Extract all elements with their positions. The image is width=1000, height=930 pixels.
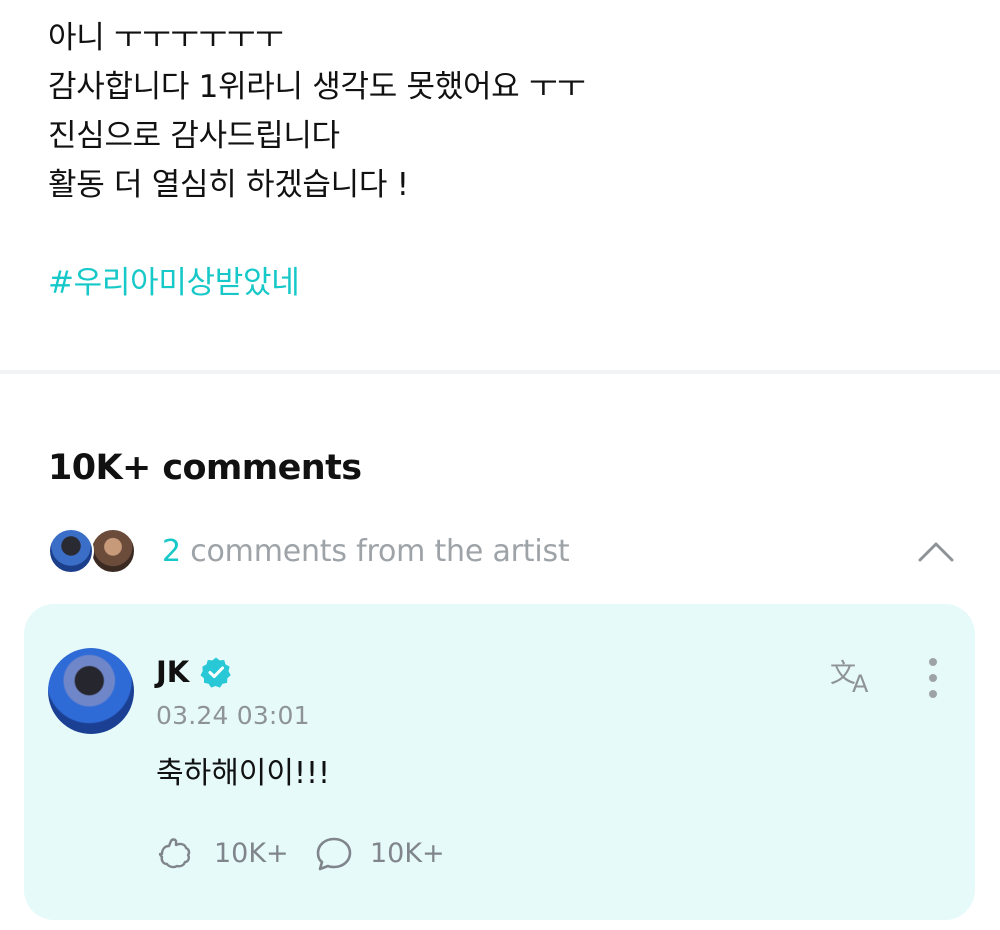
comments-count-heading: 10K+ comments — [48, 448, 362, 488]
artist-comment-card: JK 03.24 03:01 축하해이이!!! 文 A 10K+ 10K+ — [24, 604, 975, 920]
like-button[interactable]: 10K+ — [156, 834, 296, 874]
post-line: 감사합니다 1위라니 생각도 못했어요 ㅜㅜ — [48, 69, 586, 105]
avatar[interactable] — [48, 648, 134, 734]
reply-button[interactable]: 10K+ — [314, 834, 454, 874]
like-count: 10K+ — [214, 838, 289, 869]
artist-comments-toggle[interactable]: 2 comments from the artist — [48, 524, 960, 580]
artist-comments-text: comments from the artist — [190, 534, 570, 569]
comment-text: 축하해이이!!! — [156, 756, 331, 791]
like-icon — [158, 838, 191, 869]
post-body: 아니 ㅜㅜㅜㅜㅜㅜ 감사합니다 1위라니 생각도 못했어요 ㅜㅜ 진심으로 감사… — [48, 14, 968, 308]
more-vertical-icon[interactable] — [914, 656, 952, 700]
artist-comments-label: 2 comments from the artist — [162, 534, 570, 570]
artist-avatar — [90, 528, 136, 574]
comment-timestamp: 03.24 03:01 — [156, 701, 310, 730]
post-line: 진심으로 감사드립니다 — [48, 118, 340, 154]
chevron-up-icon[interactable] — [916, 538, 956, 564]
translate-icon[interactable]: 文 A — [828, 656, 880, 696]
hashtag-link[interactable]: #우리아미상받았네 — [48, 259, 968, 308]
comment-author[interactable]: JK — [156, 652, 189, 692]
comment-icon — [316, 837, 352, 871]
artist-avatar — [48, 528, 94, 574]
verified-badge-icon — [200, 657, 232, 688]
post-line: 활동 더 열심히 하겠습니다 ! — [48, 167, 409, 203]
artist-comments-count: 2 — [162, 534, 181, 569]
comment-author-row: JK — [156, 652, 232, 692]
post-line: 아니 ㅜㅜㅜㅜㅜㅜ — [48, 20, 284, 56]
svg-text:A: A — [852, 670, 869, 696]
section-divider — [0, 370, 1000, 374]
reply-count: 10K+ — [370, 838, 445, 869]
